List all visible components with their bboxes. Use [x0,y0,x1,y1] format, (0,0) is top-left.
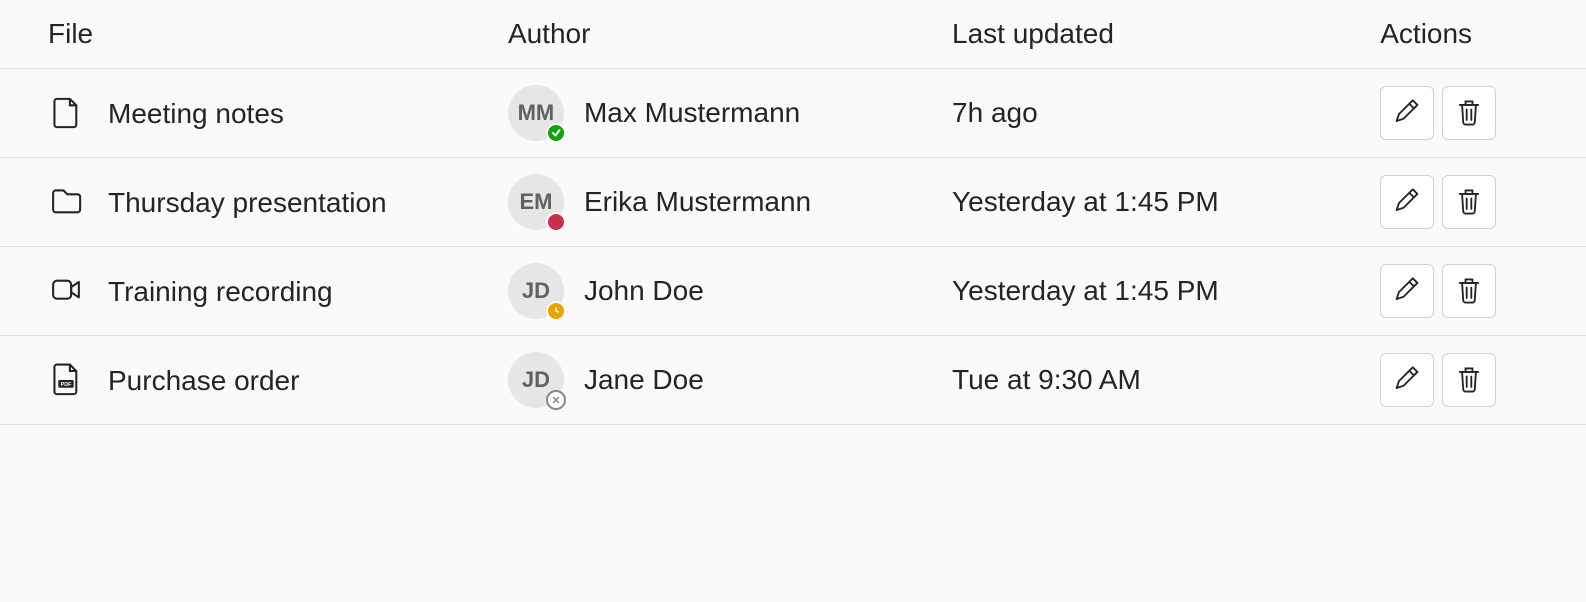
file-table: File Author Last updated Actions Meeting… [0,0,1586,425]
avatar: JD [508,263,564,319]
edit-button[interactable] [1380,175,1434,229]
delete-button[interactable] [1442,264,1496,318]
avatar: MM [508,85,564,141]
delete-button[interactable] [1442,175,1496,229]
table-row[interactable]: Meeting notes MM Max Mustermann 7h ago [0,69,1586,158]
table-row[interactable]: Training recording JD John Doe Yesterday… [0,247,1586,336]
presence-away-icon [546,301,566,321]
column-header-file[interactable]: File [0,0,460,69]
file-name: Thursday presentation [108,185,387,220]
column-header-updated[interactable]: Last updated [904,0,1332,69]
presence-offline-icon [546,390,566,410]
author-name: Max Mustermann [584,97,800,129]
edit-button[interactable] [1380,86,1434,140]
column-header-actions[interactable]: Actions [1332,0,1586,69]
edit-icon [1392,276,1422,306]
presence-busy-icon [546,212,566,232]
delete-icon [1454,187,1484,217]
edit-icon [1392,98,1422,128]
delete-icon [1454,98,1484,128]
video-icon [48,273,84,309]
edit-icon [1392,187,1422,217]
delete-icon [1454,365,1484,395]
delete-button[interactable] [1442,353,1496,407]
file-name: Training recording [108,274,333,309]
last-updated: Yesterday at 1:45 PM [952,275,1219,306]
table-header-row: File Author Last updated Actions [0,0,1586,69]
last-updated: 7h ago [952,97,1038,128]
last-updated: Yesterday at 1:45 PM [952,186,1219,217]
author-name: John Doe [584,275,704,307]
author-name: Erika Mustermann [584,186,811,218]
folder-icon [48,184,84,220]
edit-icon [1392,365,1422,395]
presence-available-icon [546,123,566,143]
avatar: JD [508,352,564,408]
table-row[interactable]: Thursday presentation EM Erika Musterman… [0,158,1586,247]
delete-button[interactable] [1442,86,1496,140]
edit-button[interactable] [1380,264,1434,318]
author-name: Jane Doe [584,364,704,396]
column-header-author[interactable]: Author [460,0,904,69]
table-row[interactable]: Purchase order JD Jane Doe Tue at 9:30 A… [0,336,1586,425]
delete-icon [1454,276,1484,306]
avatar: EM [508,174,564,230]
file-name: Purchase order [108,363,299,398]
pdf-icon [48,362,84,398]
file-name: Meeting notes [108,96,284,131]
document-icon [48,95,84,131]
edit-button[interactable] [1380,353,1434,407]
last-updated: Tue at 9:30 AM [952,364,1141,395]
